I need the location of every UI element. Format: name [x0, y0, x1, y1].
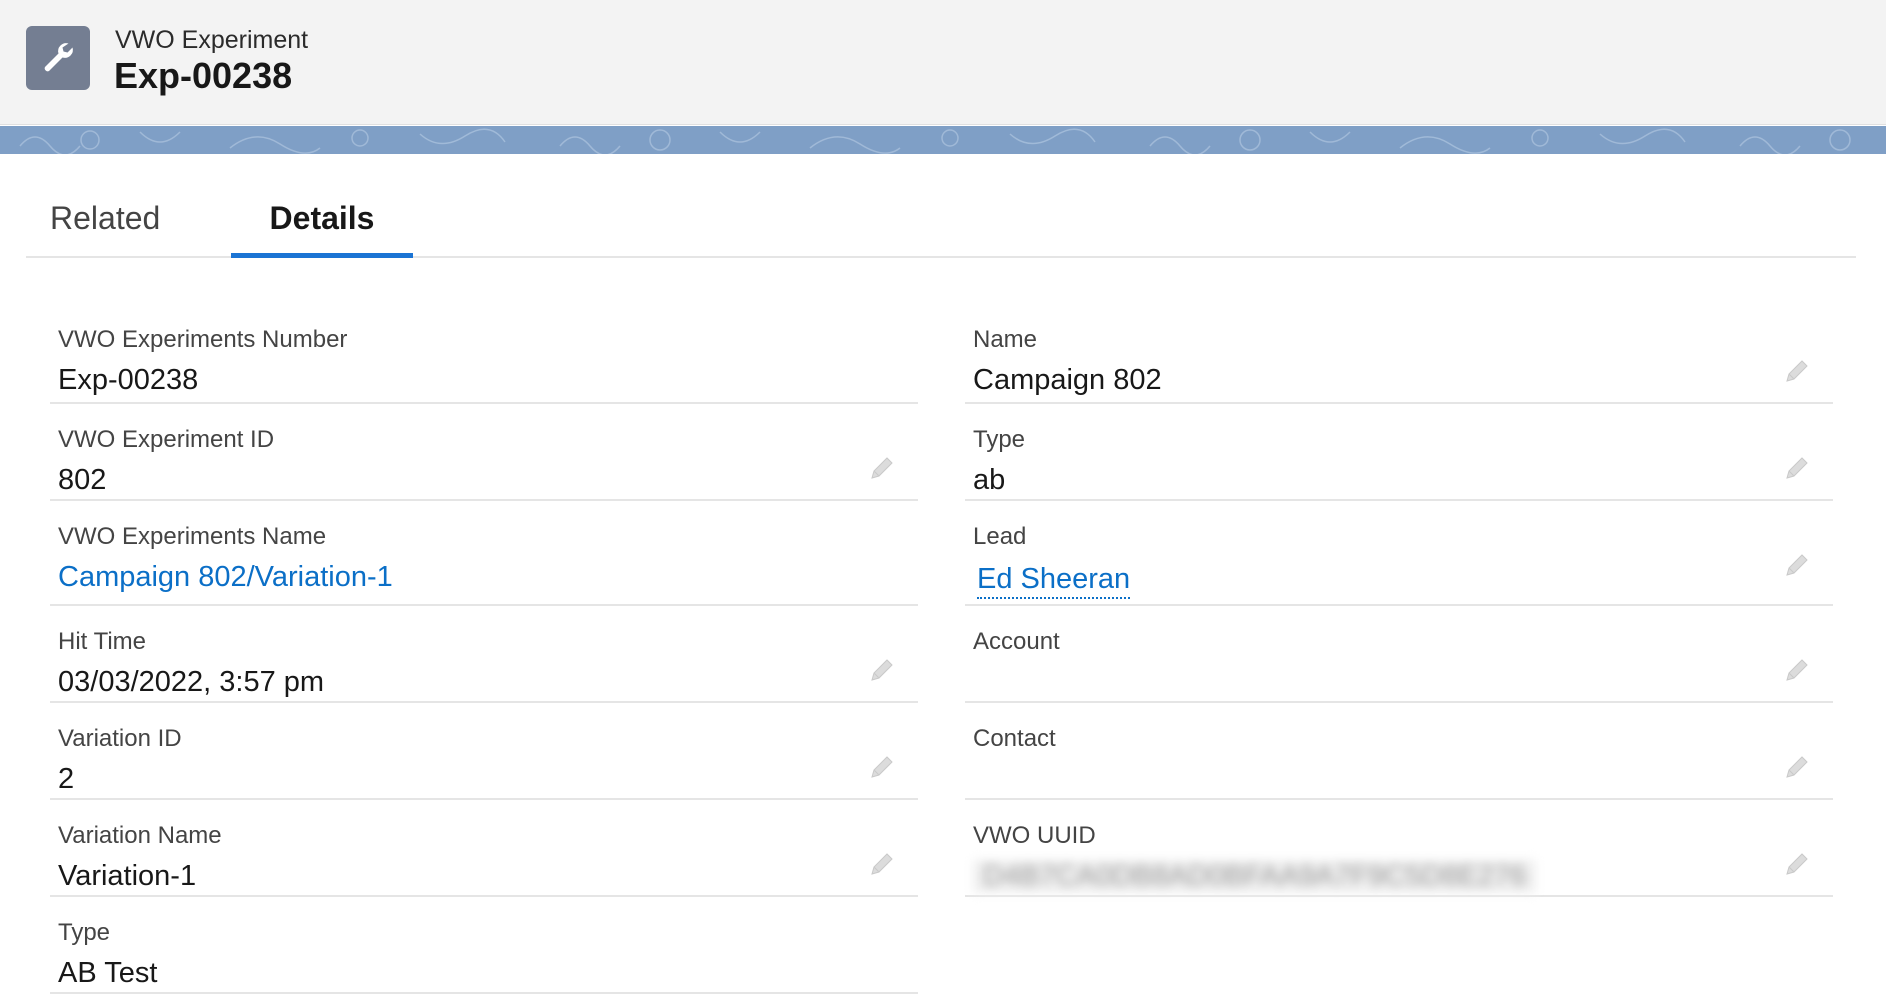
field-label: VWO Experiments Number [58, 326, 348, 353]
decorative-banner [0, 126, 1886, 154]
pencil-icon[interactable] [868, 850, 896, 878]
field-label: Type [58, 919, 111, 946]
field-value: 03/03/2022, 3:57 pm [58, 666, 325, 698]
field-hit-time: Hit Time 03/03/2022, 3:57 pm [50, 606, 918, 703]
field-label: Contact [973, 725, 1056, 752]
tab-related[interactable]: Related [50, 200, 160, 256]
pencil-icon[interactable] [1783, 656, 1811, 684]
field-vwo-experiment-id: VWO Experiment ID 802 [50, 404, 918, 501]
field-label: Lead [973, 523, 1027, 550]
tab-details[interactable]: Details [231, 200, 413, 256]
pencil-icon[interactable] [1783, 357, 1811, 385]
field-value: 802 [58, 464, 107, 496]
active-tab-indicator [231, 253, 413, 258]
object-label: VWO Experiment [115, 26, 309, 54]
field-vwo-experiments-number: VWO Experiments Number Exp-00238 [50, 304, 918, 404]
field-label: Account [973, 628, 1060, 655]
wrench-icon [26, 26, 90, 90]
pencil-icon[interactable] [868, 454, 896, 482]
field-label: Variation Name [58, 822, 222, 849]
field-label: VWO Experiments Name [58, 523, 327, 550]
record-header: VWO Experiment Exp-00238 [0, 0, 1886, 125]
field-variation-name: Variation Name Variation-1 [50, 800, 918, 897]
field-value: AB Test [58, 957, 158, 989]
field-name: Name Campaign 802 [965, 304, 1833, 404]
field-type-left: Type AB Test [50, 897, 918, 994]
field-vwo-experiments-name: VWO Experiments Name Campaign 802/Variat… [50, 501, 918, 606]
field-contact: Contact [965, 703, 1833, 800]
pencil-icon[interactable] [1783, 551, 1811, 579]
field-lead: Lead Ed Sheeran [965, 501, 1833, 606]
field-value-blurred: D4B7CA0DB8AD0BFAA9A7F9C5D8E276 [973, 860, 1537, 893]
experiment-name-link[interactable]: Campaign 802/Variation-1 [58, 561, 393, 594]
field-type-right: Type ab [965, 404, 1833, 501]
field-label: Name [973, 326, 1038, 353]
field-label: Variation ID [58, 725, 182, 752]
lead-link[interactable]: Ed Sheeran [977, 563, 1131, 599]
field-value: Exp-00238 [58, 364, 199, 396]
field-label: VWO UUID [973, 822, 1096, 849]
field-label: Type [973, 426, 1026, 453]
pencil-icon[interactable] [868, 656, 896, 684]
field-label: Hit Time [58, 628, 147, 655]
record-tabs: Related Details [26, 190, 1856, 258]
field-value: Campaign 802 [973, 364, 1162, 396]
field-value: ab [973, 464, 1006, 496]
pencil-icon[interactable] [1783, 753, 1811, 781]
pencil-icon[interactable] [1783, 850, 1811, 878]
field-variation-id: Variation ID 2 [50, 703, 918, 800]
field-account: Account [965, 606, 1833, 703]
field-value: Variation-1 [58, 860, 197, 892]
field-label: VWO Experiment ID [58, 426, 275, 453]
record-title: Exp-00238 [114, 55, 293, 96]
field-value: 2 [58, 763, 75, 795]
pencil-icon[interactable] [868, 753, 896, 781]
field-vwo-uuid: VWO UUID D4B7CA0DB8AD0BFAA9A7F9C5D8E276 [965, 800, 1833, 897]
pencil-icon[interactable] [1783, 454, 1811, 482]
